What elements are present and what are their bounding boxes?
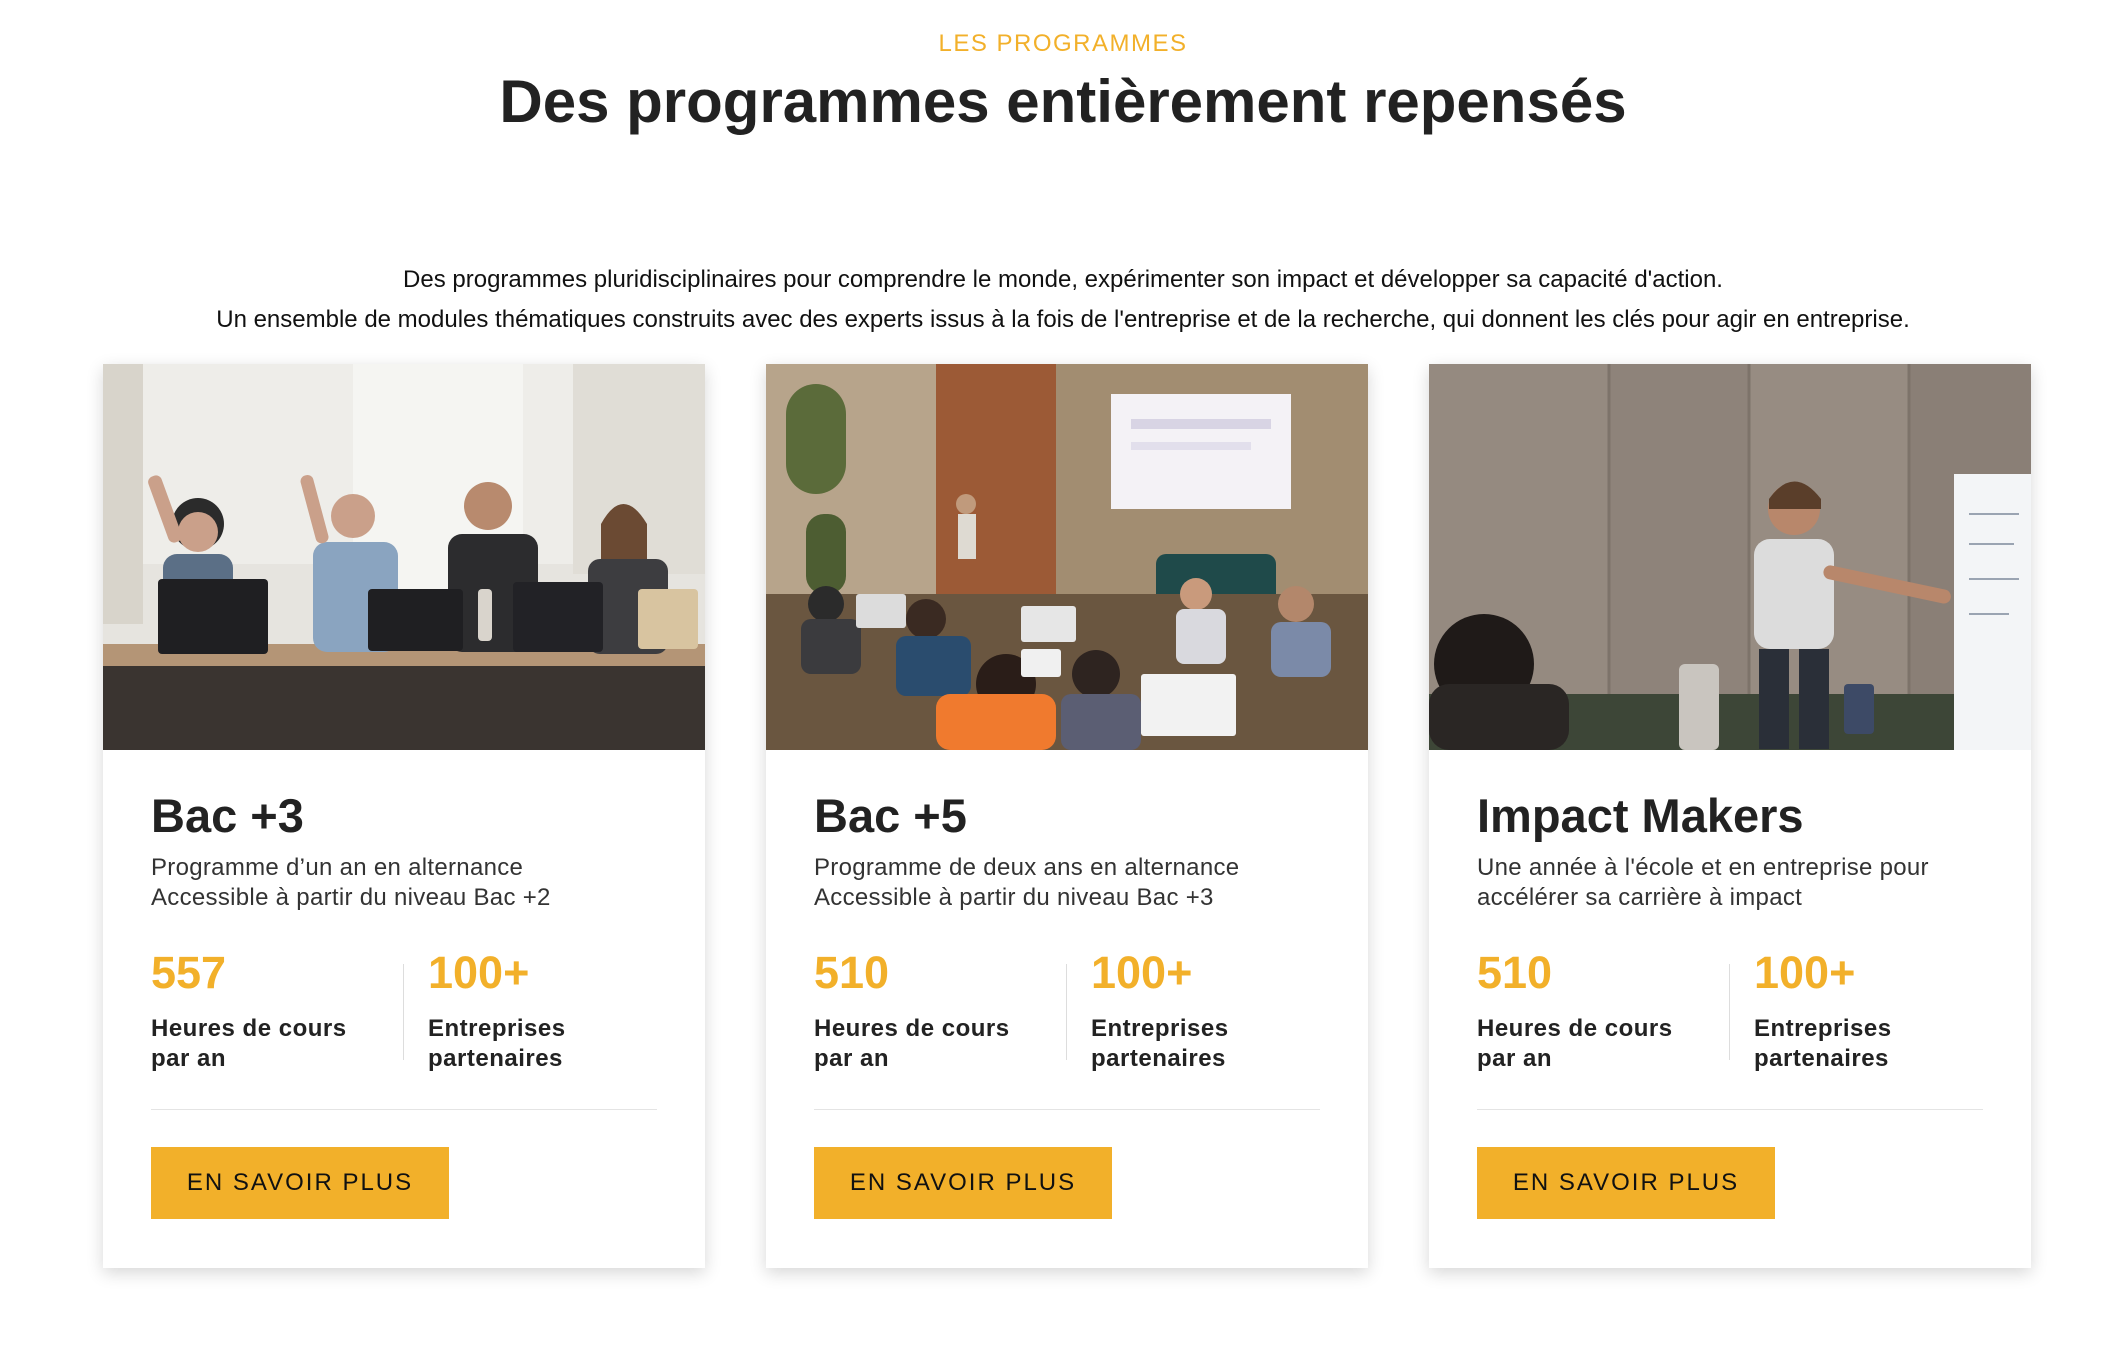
section-eyebrow: LES PROGRAMMES: [938, 30, 1188, 57]
stat-hours-label: Heures de cours par an: [151, 1015, 347, 1072]
section-title: Des programmes entièrement repensés: [499, 68, 1627, 135]
section-intro: Des programmes pluridisciplinaires pour …: [0, 260, 2126, 340]
program-desc-line-2: Accessible à partir du niveau Bac +3: [814, 884, 1214, 911]
program-description: Programme de deux ans en alternance Acce…: [814, 853, 1334, 913]
stat-companies: 100+ Entreprises partenaires: [1754, 944, 1994, 1074]
stat-divider: [1066, 964, 1067, 1060]
intro-line-2: Un ensemble de modules thématiques const…: [216, 306, 1910, 333]
program-desc-line-1: Programme d’un an en alternance: [151, 854, 524, 881]
stat-hours-label: Heures de cours par an: [814, 1015, 1010, 1072]
stat-companies-label: Entreprises partenaires: [428, 1015, 566, 1072]
stat-companies-label: Entreprises partenaires: [1091, 1015, 1229, 1072]
program-title: Impact Makers: [1477, 789, 1804, 842]
stat-hours-value: 510: [1477, 947, 1553, 998]
program-photo-workshop: [1429, 364, 2031, 750]
stat-companies-value: 100+: [428, 947, 530, 998]
stat-hours-value: 557: [151, 947, 227, 998]
stat-companies-label: Entreprises partenaires: [1754, 1015, 1892, 1072]
program-title: Bac +5: [814, 789, 967, 842]
learn-more-button[interactable]: EN SAVOIR PLUS: [1477, 1147, 1775, 1219]
card-divider: [151, 1109, 657, 1110]
card-divider: [814, 1109, 1320, 1110]
learn-more-button[interactable]: EN SAVOIR PLUS: [151, 1147, 449, 1219]
stat-companies-value: 100+: [1754, 947, 1856, 998]
intro-line-1: Des programmes pluridisciplinaires pour …: [403, 266, 1723, 293]
stat-hours: 557 Heures de cours par an: [151, 944, 391, 1074]
program-card-bac5: Bac +5 Programme de deux ans en alternan…: [766, 364, 1368, 1268]
stat-hours: 510 Heures de cours par an: [1477, 944, 1717, 1074]
stat-companies-value: 100+: [1091, 947, 1193, 998]
program-desc-line-1: Une année à l'école et en entreprise pou…: [1477, 854, 1929, 881]
stat-divider: [1729, 964, 1730, 1060]
program-photo-classroom: [103, 364, 705, 750]
learn-more-button[interactable]: EN SAVOIR PLUS: [814, 1147, 1112, 1219]
stat-hours: 510 Heures de cours par an: [814, 944, 1054, 1074]
programs-section: LES PROGRAMMES Des programmes entièremen…: [0, 0, 2126, 1358]
program-desc-line-1: Programme de deux ans en alternance: [814, 854, 1240, 881]
program-desc-line-2: accélérer sa carrière à impact: [1477, 884, 1803, 911]
program-title: Bac +3: [151, 789, 304, 842]
stat-companies: 100+ Entreprises partenaires: [1091, 944, 1331, 1074]
program-description: Programme d’un an en alternance Accessib…: [151, 853, 671, 913]
stat-hours-value: 510: [814, 947, 890, 998]
card-divider: [1477, 1109, 1983, 1110]
program-card-bac3: Bac +3 Programme d’un an en alternance A…: [103, 364, 705, 1268]
program-description: Une année à l'école et en entreprise pou…: [1477, 853, 1997, 913]
program-photo-lecture-hall: [766, 364, 1368, 750]
stat-companies: 100+ Entreprises partenaires: [428, 944, 668, 1074]
program-desc-line-2: Accessible à partir du niveau Bac +2: [151, 884, 551, 911]
stat-hours-label: Heures de cours par an: [1477, 1015, 1673, 1072]
program-card-impact-makers: Impact Makers Une année à l'école et en …: [1429, 364, 2031, 1268]
stat-divider: [403, 964, 404, 1060]
